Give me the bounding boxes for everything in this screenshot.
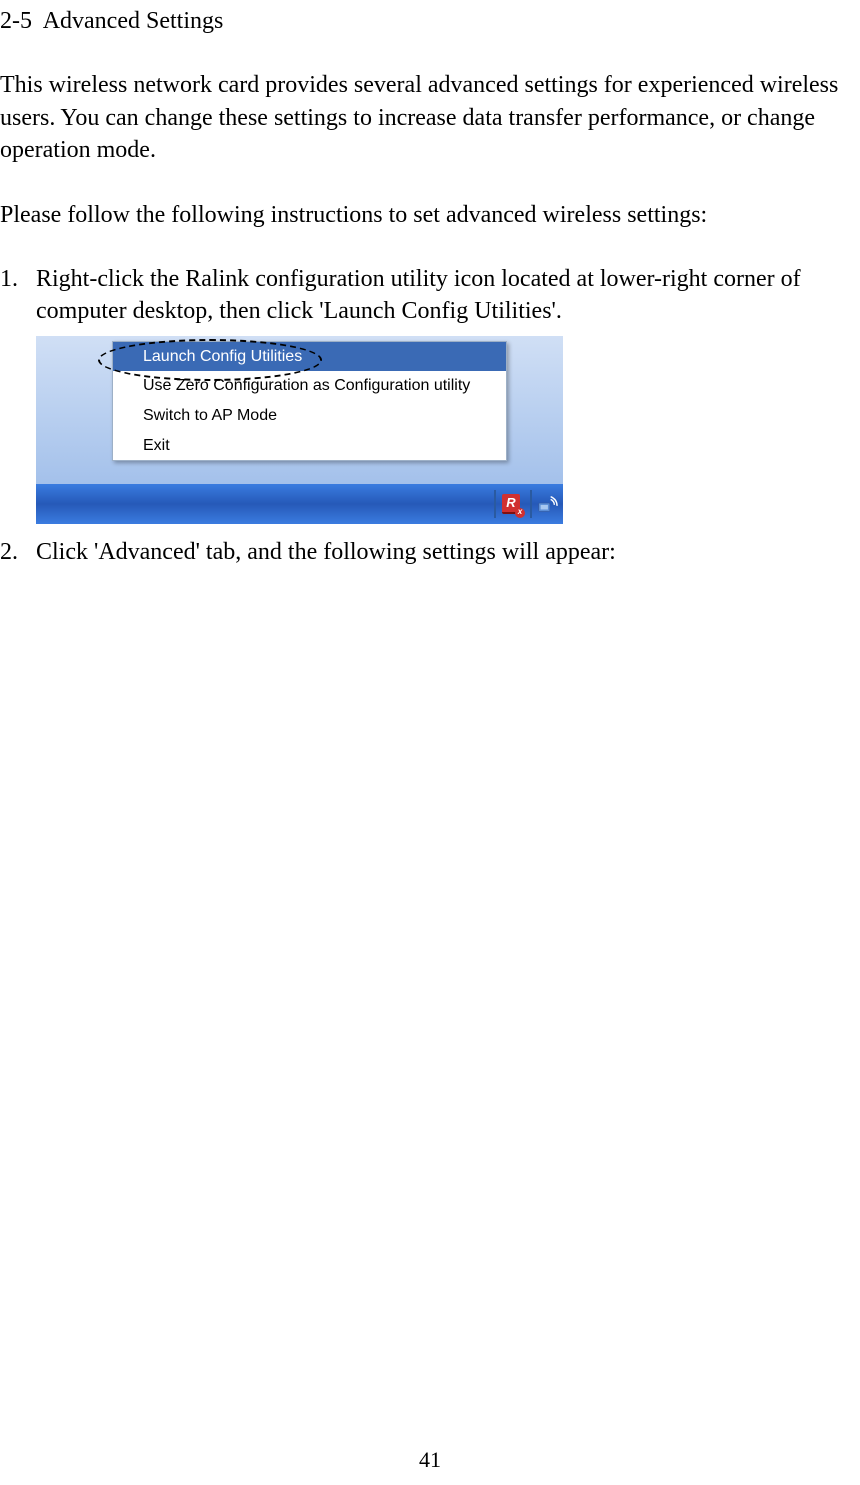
list-number: 1. (0, 263, 36, 328)
heading-title: Advanced Settings (43, 8, 224, 34)
tray-separator (530, 490, 532, 518)
section-heading: 2-5 Advanced Settings (0, 5, 860, 37)
list-text: Right-click the Ralink configuration uti… (36, 263, 860, 328)
ralink-x-badge: x (515, 508, 525, 518)
tray-separator (494, 490, 496, 518)
instruction-paragraph: Please follow the following instructions… (0, 199, 860, 231)
highlight-ellipse (98, 339, 322, 381)
menu-item-exit[interactable]: Exit (113, 431, 506, 461)
wireless-tray-icon[interactable] (535, 492, 559, 516)
wireless-icon (536, 493, 558, 515)
intro-paragraph: This wireless network card provides seve… (0, 69, 860, 166)
list-item-2: 2. Click 'Advanced' tab, and the followi… (0, 536, 860, 568)
list-number: 2. (0, 536, 36, 568)
menu-item-switch-ap[interactable]: Switch to AP Mode (113, 401, 506, 431)
heading-number: 2-5 (0, 8, 32, 34)
list-item-1: 1. Right-click the Ralink configuration … (0, 263, 860, 328)
list-text: Click 'Advanced' tab, and the following … (36, 536, 860, 568)
ralink-tray-icon[interactable]: R x (499, 492, 523, 516)
ralink-letter: R (506, 494, 515, 512)
screenshot-figure: Launch Config Utilities Use Zero Configu… (36, 336, 860, 524)
windows-taskbar: R x (36, 484, 563, 524)
page-number: 41 (0, 1445, 860, 1475)
context-menu-screenshot: Launch Config Utilities Use Zero Configu… (36, 336, 563, 524)
